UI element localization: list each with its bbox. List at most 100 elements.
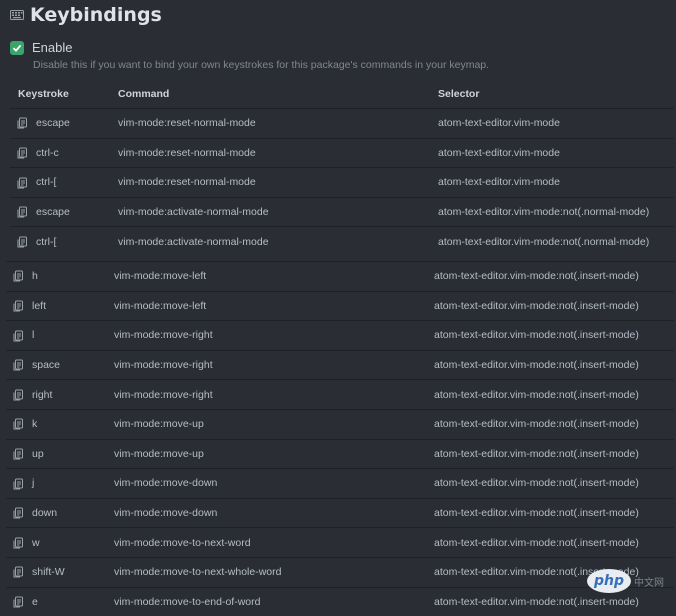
table-row: escape vim-mode:reset-normal-mode atom-tex… xyxy=(10,108,674,139)
cell-selector: atom-text-editor.vim-mode:not(.normal-mo… xyxy=(438,226,674,256)
cell-selector: atom-text-editor.vim-mode:not(.insert-mo… xyxy=(434,438,674,469)
copy-icon[interactable] xyxy=(6,497,32,528)
cell-command: vim-mode:move-left xyxy=(114,290,434,321)
copy-icon[interactable] xyxy=(10,196,36,227)
copy-icon[interactable] xyxy=(6,527,32,558)
cell-keystroke: ctrl-[ xyxy=(36,226,118,256)
copy-icon[interactable] xyxy=(6,408,32,440)
enable-label: Enable xyxy=(32,40,73,55)
cell-keystroke: h xyxy=(32,270,38,283)
cell-keystroke: j xyxy=(32,468,114,499)
cell-command: vim-mode:move-right xyxy=(114,379,434,410)
cell-selector: atom-text-editor.vim-mode:not(.insert-mo… xyxy=(434,320,674,351)
table-row: ctrl-[vim-mode:activate-normal-mode atom-… xyxy=(10,226,674,256)
cell-selector: atom-text-editor.vim-mode xyxy=(438,108,674,139)
table-header-row: Keystroke Command Selector xyxy=(10,80,674,109)
cell-keystroke: left xyxy=(32,290,114,321)
copy-icon[interactable] xyxy=(6,290,32,321)
table-row: left vim-mode:move-left atom-text-editor.v… xyxy=(6,290,674,321)
cell-command: vim-mode:activate-normal-mode xyxy=(118,196,438,227)
table-row: right vim-mode:move-right atom-text-editor… xyxy=(6,379,674,410)
table-row: ctrl-[vim-mode:reset-normal-mode atom-tex… xyxy=(10,167,674,198)
keybindings-table-continued: h vim-mode:move-left atom-text-editor.vim-… xyxy=(6,262,674,616)
cell-command: vim-mode:move-to-next-whole-word xyxy=(114,556,434,588)
cell-selector: atom-text-editor.vim-mode:not(.insert-mo… xyxy=(434,468,674,499)
cell-command: vim-mode:move-to-end-of-word xyxy=(114,586,434,616)
keybindings-table: Keystroke Command Selector escape vim-mod… xyxy=(10,80,674,256)
copy-icon[interactable] xyxy=(6,438,32,469)
cell-command: vim-mode:move-left xyxy=(114,270,207,283)
copy-icon[interactable] xyxy=(10,226,36,256)
cell-selector: atom-text-editor.vim-mode:not(.normal-mo… xyxy=(438,196,674,227)
cell-keystroke: w xyxy=(32,527,114,558)
copy-icon[interactable] xyxy=(6,468,32,499)
copy-icon[interactable] xyxy=(10,137,36,168)
cell-selector: atom-text-editor.vim-mode xyxy=(438,137,674,168)
cell-selector: atom-text-editor.vim-mode:not(.insert-mo… xyxy=(434,270,639,283)
cell-command: vim-mode:move-right xyxy=(114,320,434,351)
table-row: l vim-mode:move-right atom-text-editor.vim… xyxy=(6,320,674,351)
cell-keystroke: e xyxy=(32,586,114,616)
table-row: escape vim-mode:activate-normal-mode atom-… xyxy=(10,196,674,227)
cell-keystroke: k xyxy=(32,408,114,440)
cell-selector: atom-text-editor.vim-mode:not(.insert-mo… xyxy=(434,349,674,380)
table-row: e vim-mode:move-to-end-of-word atom-text-e… xyxy=(6,586,674,616)
cell-command: vim-mode:move-up xyxy=(114,408,434,440)
cell-command: vim-mode:move-down xyxy=(114,497,434,528)
cell-keystroke: ctrl-[ xyxy=(36,167,118,198)
cell-command: vim-mode:reset-normal-mode xyxy=(118,137,438,168)
cell-keystroke: ctrl-c xyxy=(36,137,118,168)
watermark-text: 中文网 xyxy=(634,577,664,589)
copy-icon[interactable] xyxy=(6,586,32,616)
cell-selector: atom-text-editor.vim-mode:not(.insert-mo… xyxy=(434,290,674,321)
php-logo: php xyxy=(587,569,631,593)
copy-icon[interactable] xyxy=(6,556,32,588)
table-row: k vim-mode:move-up atom-text-editor.vim-mo… xyxy=(6,408,674,440)
enable-description: Disable this if you want to bind your ow… xyxy=(33,59,490,71)
cell-keystroke: right xyxy=(32,379,114,410)
cell-command: vim-mode:move-to-next-word xyxy=(114,527,434,558)
column-header-command: Command xyxy=(118,80,438,109)
copy-icon[interactable] xyxy=(6,262,32,291)
table-row: h vim-mode:move-left atom-text-editor.vim-… xyxy=(6,262,674,291)
cell-command: vim-mode:reset-normal-mode xyxy=(118,108,438,139)
column-header-keystroke: Keystroke xyxy=(10,80,118,109)
table-row: shift-W vim-mode:move-to-next-whole-word a… xyxy=(6,556,674,588)
copy-icon[interactable] xyxy=(6,379,32,410)
cell-keystroke: escape xyxy=(36,196,118,227)
cell-selector: atom-text-editor.vim-mode:not(.insert-mo… xyxy=(434,527,674,558)
enable-setting[interactable]: Enable xyxy=(10,40,72,55)
cell-selector: atom-text-editor.vim-mode:not(.insert-mo… xyxy=(434,408,674,440)
table-row: down vim-mode:move-down atom-text-editor.v… xyxy=(6,497,674,528)
cell-keystroke: up xyxy=(32,438,114,469)
watermark: php 中文网 xyxy=(587,569,664,593)
page-title: Keybindings xyxy=(30,4,162,26)
table-row: w vim-mode:move-to-next-word atom-text-edi… xyxy=(6,527,674,558)
copy-icon[interactable] xyxy=(6,320,32,351)
cell-command: vim-mode:reset-normal-mode xyxy=(118,167,438,198)
copy-icon[interactable] xyxy=(10,167,36,198)
column-header-selector: Selector xyxy=(438,80,674,109)
cell-command: vim-mode:move-down xyxy=(114,468,434,499)
table-row: up vim-mode:move-up atom-text-editor.vim-m… xyxy=(6,438,674,469)
check-icon xyxy=(12,44,22,52)
enable-checkbox[interactable] xyxy=(10,40,24,55)
table-row: space vim-mode:move-right atom-text-editor… xyxy=(6,349,674,380)
cell-keystroke: space xyxy=(32,349,114,380)
copy-icon[interactable] xyxy=(6,349,32,380)
cell-keystroke: l xyxy=(32,320,114,351)
cell-selector: atom-text-editor.vim-mode:not(.insert-mo… xyxy=(434,497,674,528)
cell-command: vim-mode:activate-normal-mode xyxy=(118,226,438,256)
copy-icon[interactable] xyxy=(10,108,36,139)
cell-selector: atom-text-editor.vim-mode:not(.insert-mo… xyxy=(434,379,674,410)
cell-command: vim-mode:move-right xyxy=(114,349,434,380)
table-row: j vim-mode:move-down atom-text-editor.vim-… xyxy=(6,468,674,499)
cell-selector: atom-text-editor.vim-mode xyxy=(438,167,674,198)
cell-keystroke: down xyxy=(32,497,114,528)
keybindings-header: Keybindings xyxy=(10,4,162,26)
table-row: ctrl-c vim-mode:reset-normal-mode atom-tex… xyxy=(10,137,674,168)
keyboard-icon xyxy=(10,10,24,20)
cell-keystroke: escape xyxy=(36,108,118,139)
cell-command: vim-mode:move-up xyxy=(114,438,434,469)
cell-keystroke: shift-W xyxy=(32,556,114,588)
